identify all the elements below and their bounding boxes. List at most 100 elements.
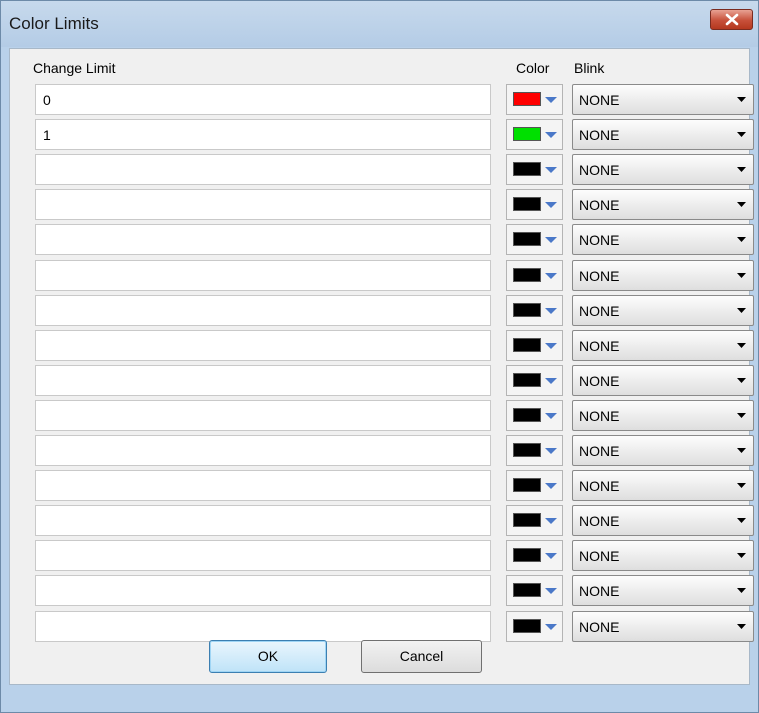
change-limit-input[interactable] bbox=[35, 154, 491, 185]
blink-dropdown[interactable]: NONE bbox=[572, 84, 754, 115]
limit-row: NONE bbox=[10, 575, 754, 609]
blink-dropdown[interactable]: NONE bbox=[572, 435, 754, 466]
close-button[interactable] bbox=[710, 9, 753, 30]
color-picker[interactable] bbox=[506, 154, 563, 185]
change-limit-input[interactable] bbox=[35, 189, 491, 220]
blink-dropdown[interactable]: NONE bbox=[572, 575, 754, 606]
change-limit-input[interactable] bbox=[35, 330, 491, 361]
color-swatch bbox=[513, 619, 541, 633]
limit-row: NONE bbox=[10, 224, 754, 258]
cancel-button[interactable]: Cancel bbox=[361, 640, 482, 673]
blink-dropdown[interactable]: NONE bbox=[572, 295, 754, 326]
blink-dropdown[interactable]: NONE bbox=[572, 365, 754, 396]
change-limit-input[interactable] bbox=[35, 470, 491, 501]
change-limit-input[interactable] bbox=[35, 84, 491, 115]
color-picker[interactable] bbox=[506, 540, 563, 571]
limit-row: NONE bbox=[10, 84, 754, 118]
chevron-down-icon bbox=[737, 308, 746, 313]
color-picker[interactable] bbox=[506, 119, 563, 150]
chevron-down-icon bbox=[545, 448, 557, 454]
chevron-down-icon bbox=[545, 202, 557, 208]
change-limit-input[interactable] bbox=[35, 224, 491, 255]
change-limit-input[interactable] bbox=[35, 611, 491, 642]
chevron-down-icon bbox=[545, 518, 557, 524]
change-limit-header: Change Limit bbox=[33, 60, 116, 76]
change-limit-input[interactable] bbox=[35, 295, 491, 326]
change-limit-input[interactable] bbox=[35, 400, 491, 431]
limit-row: NONE bbox=[10, 400, 754, 434]
chevron-down-icon bbox=[737, 273, 746, 278]
chevron-down-icon bbox=[737, 132, 746, 137]
color-swatch bbox=[513, 513, 541, 527]
blink-dropdown[interactable]: NONE bbox=[572, 154, 754, 185]
dialog-body: Change Limit Color Blink NONE NONE NONE NON… bbox=[9, 48, 754, 685]
chevron-down-icon bbox=[737, 343, 746, 348]
color-picker[interactable] bbox=[506, 260, 563, 291]
color-swatch bbox=[513, 478, 541, 492]
color-picker[interactable] bbox=[506, 470, 563, 501]
color-picker[interactable] bbox=[506, 295, 563, 326]
color-picker[interactable] bbox=[506, 435, 563, 466]
blink-value: NONE bbox=[579, 478, 620, 494]
blink-dropdown[interactable]: NONE bbox=[572, 540, 754, 571]
blink-value: NONE bbox=[579, 92, 620, 108]
blink-dropdown[interactable]: NONE bbox=[572, 260, 754, 291]
blink-value: NONE bbox=[579, 127, 620, 143]
blink-dropdown[interactable]: NONE bbox=[572, 505, 754, 536]
color-picker[interactable] bbox=[506, 84, 563, 115]
blink-value: NONE bbox=[579, 338, 620, 354]
chevron-down-icon bbox=[545, 553, 557, 559]
limit-row: NONE bbox=[10, 260, 754, 294]
chevron-down-icon bbox=[737, 97, 746, 102]
blink-value: NONE bbox=[579, 268, 620, 284]
chevron-down-icon bbox=[545, 624, 557, 630]
color-swatch bbox=[513, 303, 541, 317]
color-limits-dialog: Color Limits Change Limit Color Blink NO… bbox=[0, 0, 759, 713]
blink-dropdown[interactable]: NONE bbox=[572, 611, 754, 642]
color-picker[interactable] bbox=[506, 330, 563, 361]
chevron-down-icon bbox=[545, 167, 557, 173]
blink-value: NONE bbox=[579, 408, 620, 424]
chevron-down-icon bbox=[545, 483, 557, 489]
change-limit-input[interactable] bbox=[35, 575, 491, 606]
change-limit-input[interactable] bbox=[35, 540, 491, 571]
color-picker[interactable] bbox=[506, 400, 563, 431]
blink-dropdown[interactable]: NONE bbox=[572, 400, 754, 431]
chevron-down-icon bbox=[737, 378, 746, 383]
color-picker[interactable] bbox=[506, 365, 563, 396]
color-picker[interactable] bbox=[506, 224, 563, 255]
blink-dropdown[interactable]: NONE bbox=[572, 119, 754, 150]
change-limit-input[interactable] bbox=[35, 365, 491, 396]
chevron-down-icon bbox=[737, 483, 746, 488]
chevron-down-icon bbox=[545, 588, 557, 594]
change-limit-input[interactable] bbox=[35, 119, 491, 150]
limit-row: NONE bbox=[10, 154, 754, 188]
blink-dropdown[interactable]: NONE bbox=[572, 189, 754, 220]
chevron-down-icon bbox=[737, 624, 746, 629]
chevron-down-icon bbox=[737, 588, 746, 593]
blink-value: NONE bbox=[579, 619, 620, 635]
blink-value: NONE bbox=[579, 443, 620, 459]
color-picker[interactable] bbox=[506, 611, 563, 642]
color-picker[interactable] bbox=[506, 575, 563, 606]
limit-row: NONE bbox=[10, 470, 754, 504]
blink-dropdown[interactable]: NONE bbox=[572, 224, 754, 255]
blink-value: NONE bbox=[579, 373, 620, 389]
chevron-down-icon bbox=[737, 413, 746, 418]
blink-value: NONE bbox=[579, 583, 620, 599]
limit-row: NONE bbox=[10, 330, 754, 364]
chevron-down-icon bbox=[737, 553, 746, 558]
color-picker[interactable] bbox=[506, 189, 563, 220]
change-limit-input[interactable] bbox=[35, 260, 491, 291]
chevron-down-icon bbox=[545, 97, 557, 103]
blink-dropdown[interactable]: NONE bbox=[572, 470, 754, 501]
chevron-down-icon bbox=[737, 237, 746, 242]
change-limit-input[interactable] bbox=[35, 435, 491, 466]
change-limit-input[interactable] bbox=[35, 505, 491, 536]
blink-value: NONE bbox=[579, 513, 620, 529]
title-bar[interactable]: Color Limits bbox=[1, 1, 758, 47]
ok-button[interactable]: OK bbox=[209, 640, 327, 673]
color-picker[interactable] bbox=[506, 505, 563, 536]
chevron-down-icon bbox=[737, 167, 746, 172]
blink-dropdown[interactable]: NONE bbox=[572, 330, 754, 361]
